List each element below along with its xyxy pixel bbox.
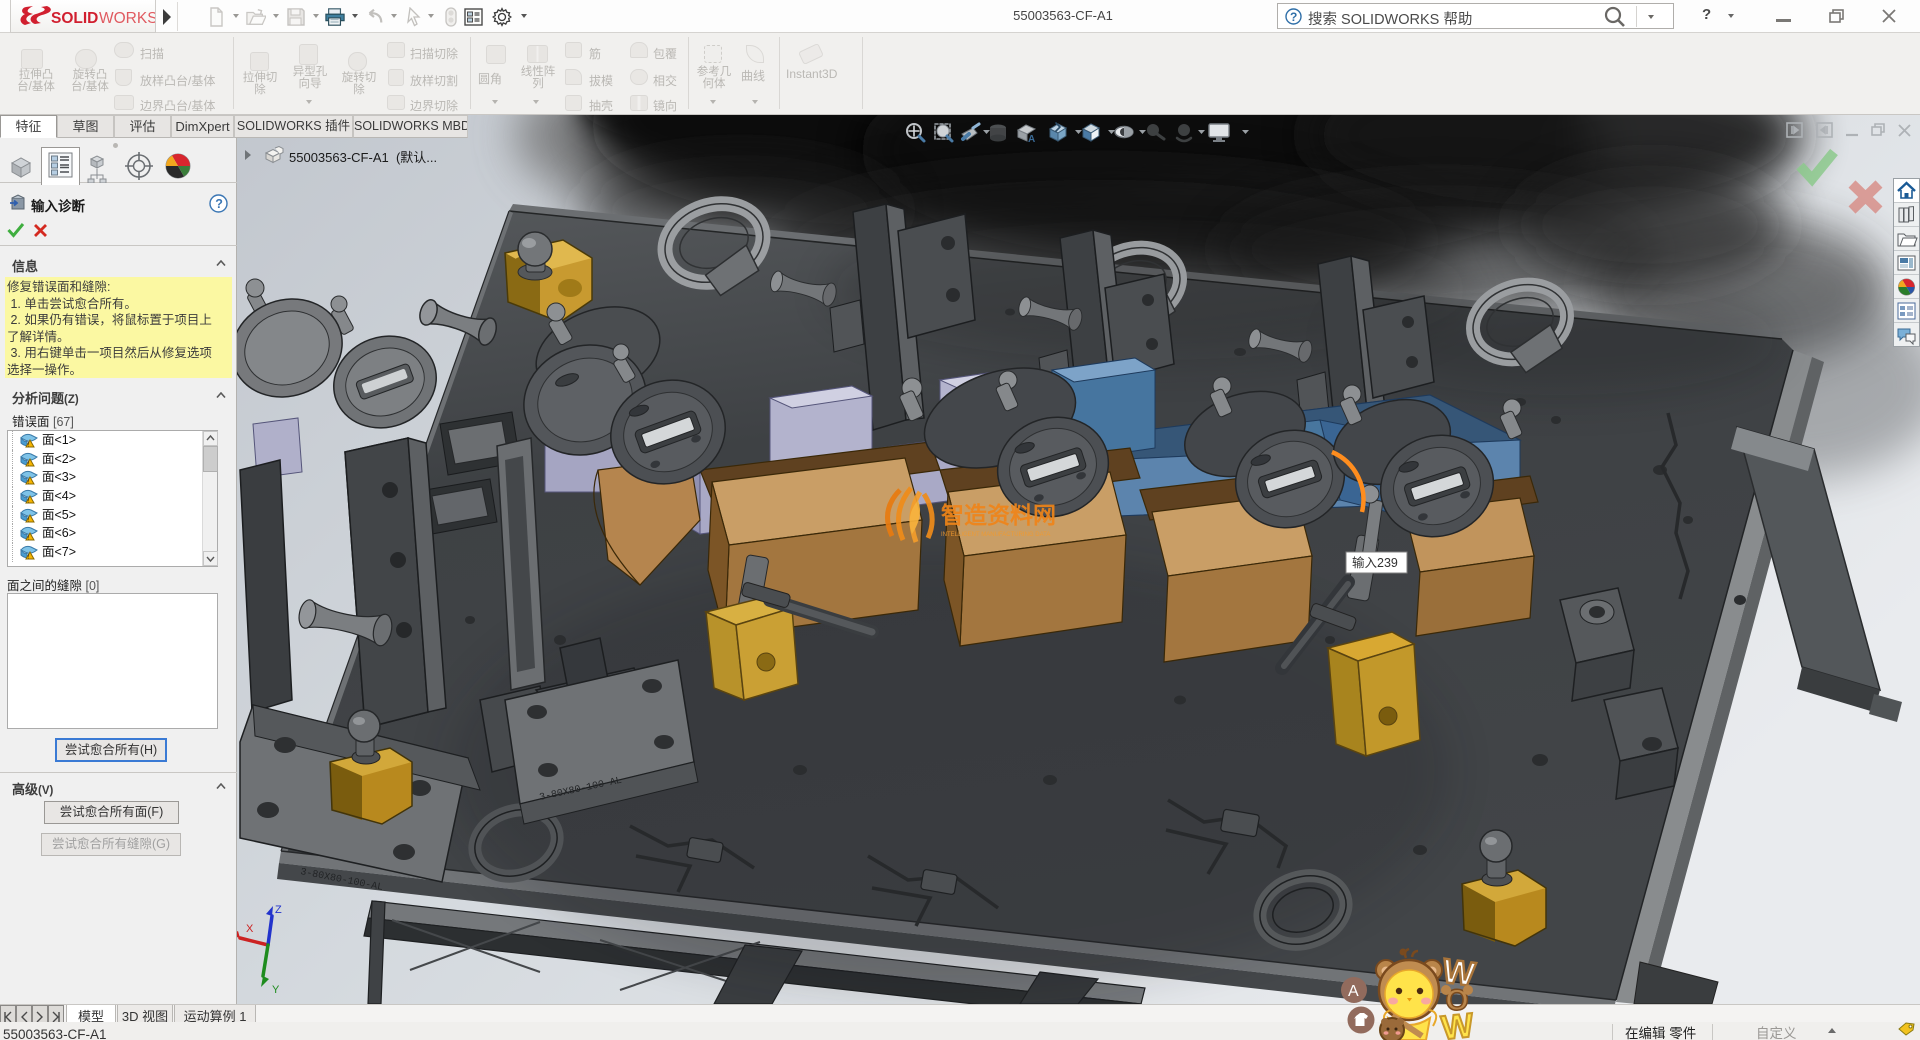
svg-text:!: ! [28, 460, 30, 467]
svg-text:W: W [1440, 1006, 1477, 1040]
svg-text:!: ! [28, 516, 30, 523]
svg-text:WORKS: WORKS [99, 10, 155, 27]
svg-text:SOLID: SOLID [51, 10, 98, 27]
svg-text:?: ? [215, 197, 223, 211]
svg-text:!: ! [28, 442, 30, 449]
svg-text:A: A [1348, 983, 1359, 1000]
svg-text:!: ! [28, 535, 30, 542]
svg-text:!: ! [28, 554, 30, 561]
svg-text:INTELLIGENT MANUFACTURING DATA: INTELLIGENT MANUFACTURING DATA [941, 532, 1050, 538]
svg-text:输入239: 输入239 [1352, 555, 1398, 570]
svg-text:智造资料网: 智造资料网 [941, 502, 1056, 528]
svg-text:!: ! [28, 479, 30, 486]
svg-text:?: ? [1290, 10, 1297, 24]
svg-text:A: A [1028, 134, 1035, 145]
svg-text:!: ! [28, 498, 30, 505]
svg-text:X: X [246, 923, 254, 935]
svg-text:Z: Z [275, 904, 282, 916]
svg-text:Y: Y [272, 984, 280, 996]
